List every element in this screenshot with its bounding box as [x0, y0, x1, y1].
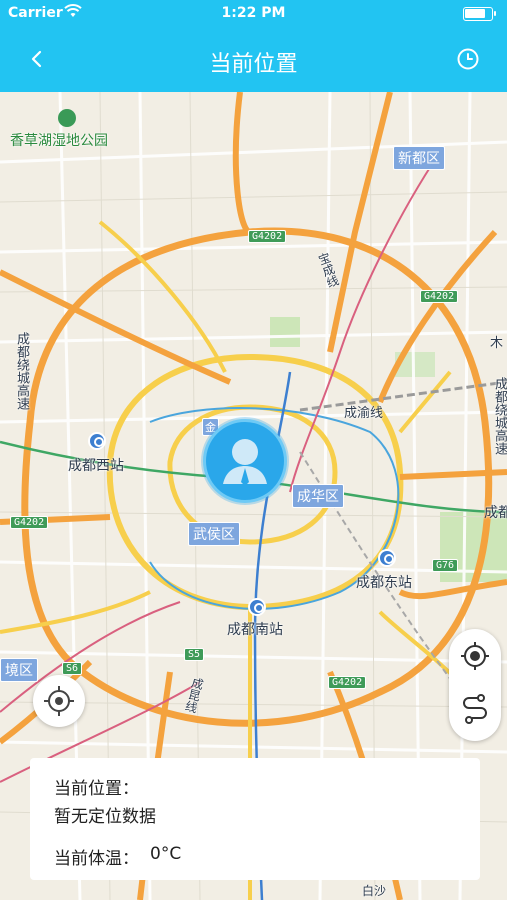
map-label-mu: 木: [490, 336, 504, 351]
area-badge-chenghua: 成华区: [292, 484, 344, 508]
area-badge-xindu: 新都区: [393, 146, 445, 170]
road-badge-g4202: G4202: [248, 230, 287, 243]
battery-icon: [463, 7, 496, 21]
park-icon: [58, 109, 76, 127]
temperature-value: 0°C: [150, 844, 182, 864]
road-badge-s6: S6: [62, 662, 83, 675]
status-time: 1:22 PM: [221, 5, 286, 21]
clock-icon[interactable]: [455, 46, 481, 72]
temperature-label: 当前体温：: [54, 849, 139, 869]
nav-bar: 当前位置: [0, 28, 507, 92]
road-badge-s5: S5: [184, 648, 205, 661]
page-title: 当前位置: [209, 52, 298, 77]
map-side-controls: [449, 629, 501, 741]
road-badge-g4202: G4202: [328, 676, 367, 689]
status-bar: Carrier 1:22 PM: [0, 0, 507, 28]
map-label-chengdu-cut: 成都: [484, 505, 507, 521]
road-badge-g4202: G4202: [420, 290, 459, 303]
map-label-chengyu: 成渝线: [344, 406, 384, 421]
road-badge-g4202: G4202: [10, 516, 49, 529]
map-label-chengdu-south: 成都南站: [227, 622, 283, 638]
location-label: 当前位置：: [54, 779, 139, 799]
locate-button[interactable]: [33, 675, 85, 727]
ring-left-text: 成都绕城高速: [14, 332, 29, 410]
ring-right-text: 成都绕城高速: [492, 377, 507, 455]
station-icon: [378, 549, 396, 567]
road-badge-g76: G76: [432, 559, 459, 572]
map-view[interactable]: 香草湖湿地公园 新都区 成都西站 成都东站 成都南站 成华区 武侯区 金 境区 …: [0, 92, 507, 900]
crosshair-icon: [44, 686, 74, 716]
map-label-ring-left: 成都绕城高速: [12, 332, 31, 410]
map-label-baisha: 白沙: [362, 884, 387, 898]
station-icon: [248, 598, 266, 616]
map-label-chengdu-west: 成都西站: [68, 458, 124, 474]
map-label-park: 香草湖湿地公园: [10, 133, 108, 149]
location-value: 暂无定位数据: [54, 807, 156, 827]
user-location-marker[interactable]: [203, 419, 287, 503]
map-label-ring-right: 成都绕城高速: [490, 377, 507, 455]
area-badge-wuhou: 武侯区: [188, 522, 240, 546]
station-icon: [88, 432, 106, 450]
location-info-card: 当前位置： 暂无定位数据 当前体温： 0°C: [30, 758, 480, 880]
map-label-chengdu-east: 成都东站: [356, 575, 412, 591]
avatar-icon: [223, 439, 267, 486]
